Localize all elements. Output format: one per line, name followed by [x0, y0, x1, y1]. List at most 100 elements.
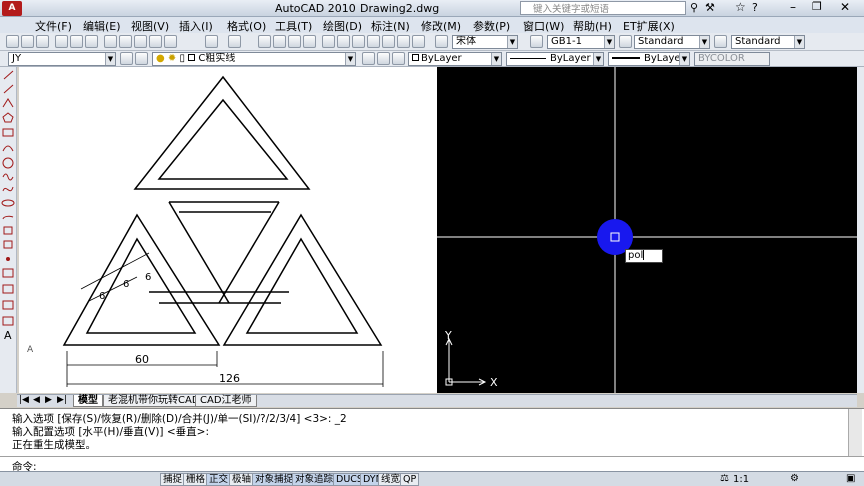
wrench-icon[interactable]: ⚒ [705, 1, 715, 14]
menu-parametric[interactable]: 参数(P) [473, 18, 510, 34]
cut-icon[interactable] [104, 35, 117, 48]
menu-express[interactable]: ET扩展(X) [623, 18, 675, 34]
hatch-icon [2, 268, 14, 278]
menu-modify[interactable]: 修改(M) [421, 18, 461, 34]
tab-first-icon[interactable]: |◀ [19, 395, 29, 405]
plotstyle-combo[interactable]: BYCOLOR [694, 52, 770, 66]
tab-model[interactable]: 模型 [73, 395, 103, 407]
sheet-set-icon[interactable] [367, 35, 380, 48]
layer-combo[interactable]: ● ✹ ▯ C粗实线 ▼ [152, 52, 356, 66]
line-icon [3, 70, 14, 80]
quickcalc-icon[interactable] [397, 35, 410, 48]
dim-text-60: 60 [135, 353, 149, 366]
zoom-previous-icon[interactable] [303, 35, 316, 48]
menu-window[interactable]: 窗口(W) [523, 18, 564, 34]
markup-icon[interactable] [382, 35, 395, 48]
binoculars-icon[interactable]: ⚲ [690, 1, 698, 14]
command-history-line: 正在重生成模型。 [12, 439, 96, 451]
tab-layout-2[interactable]: CAD江老师 [195, 395, 257, 407]
table-style-icon[interactable] [619, 35, 632, 48]
make-current-icon[interactable] [362, 52, 375, 65]
menu-help[interactable]: 帮助(H) [573, 18, 612, 34]
annotation-scale-icon[interactable]: ⚖ [720, 473, 729, 484]
open-icon[interactable] [21, 35, 34, 48]
otrack-toggle[interactable]: 对象追踪 [292, 473, 337, 486]
color-combo[interactable]: ByLayer ▼ [408, 52, 502, 66]
construction-line-icon [3, 84, 14, 94]
star-icon[interactable]: ☆ [735, 0, 746, 14]
design-center-icon[interactable] [337, 35, 350, 48]
menu-tools[interactable]: 工具(T) [275, 18, 312, 34]
layer-match-icon[interactable] [377, 52, 390, 65]
tab-last-icon[interactable]: ▶| [57, 395, 67, 405]
triangle-drawing: 60 126 6 6 6 A [27, 75, 384, 387]
textstyle-combo[interactable]: Standard ▼ [634, 35, 710, 49]
text-cursor [643, 250, 645, 260]
axis-x-label: X [490, 376, 498, 389]
redo-icon[interactable] [228, 35, 241, 48]
save-icon[interactable] [36, 35, 49, 48]
multileader-style-icon[interactable] [714, 35, 727, 48]
qp-toggle[interactable]: QP [400, 473, 420, 486]
command-scrollbar[interactable] [848, 409, 862, 456]
paste-icon[interactable] [134, 35, 147, 48]
pan-icon[interactable] [258, 35, 271, 48]
menu-file[interactable]: 文件(F) [35, 18, 72, 34]
grid-toggle[interactable]: 栅格 [183, 473, 209, 486]
font-combo-value: 宋体 [456, 36, 476, 47]
snap-toggle[interactable]: 捕捉 [160, 473, 186, 486]
lineweight-combo[interactable]: ByLayer ▼ [608, 52, 690, 66]
undo-icon[interactable] [205, 35, 218, 48]
command-divider [0, 456, 864, 457]
match-properties-icon[interactable] [149, 35, 162, 48]
dim-style-icon[interactable] [530, 35, 543, 48]
tool-palettes-icon[interactable] [352, 35, 365, 48]
menu-view[interactable]: 视图(V) [131, 18, 169, 34]
preview-icon[interactable] [70, 35, 83, 48]
clean-screen-icon[interactable]: ▣ [846, 473, 855, 484]
publish-icon[interactable] [85, 35, 98, 48]
restore-icon[interactable]: ❐ [812, 0, 822, 13]
dynamic-input-box[interactable]: pol [625, 249, 663, 263]
tablestyle-combo[interactable]: Standard ▼ [731, 35, 805, 49]
menu-draw[interactable]: 绘图(D) [323, 18, 362, 34]
drawing-viewport[interactable]: 60 126 6 6 6 A [19, 67, 437, 393]
menu-insert[interactable]: 插入(I) [179, 18, 213, 34]
menu-format[interactable]: 格式(O) [227, 18, 266, 34]
block-editor-icon[interactable] [164, 35, 177, 48]
annotation-scale[interactable]: 1:1 [733, 474, 749, 485]
polar-toggle[interactable]: 极轴 [229, 473, 255, 486]
app-logo-icon[interactable]: A [2, 1, 22, 16]
help-toolbar-icon[interactable] [412, 35, 425, 48]
zoom-window-icon[interactable] [288, 35, 301, 48]
close-icon[interactable]: ✕ [840, 0, 850, 14]
layer-state-combo[interactable]: JY ▼ [8, 52, 116, 66]
new-icon[interactable] [6, 35, 19, 48]
minimize-icon[interactable]: – [790, 0, 796, 14]
rectangle-icon [2, 128, 14, 137]
copy-icon[interactable] [119, 35, 132, 48]
tab-layout-1[interactable]: 老混机带你玩转CAD [103, 395, 205, 407]
dimstyle-combo[interactable]: GB1-1 ▼ [547, 35, 615, 49]
tab-prev-icon[interactable]: ◀ [33, 395, 40, 405]
search-input[interactable]: 键入关键字或短语 [520, 1, 686, 15]
print-icon[interactable] [55, 35, 68, 48]
menu-dimension[interactable]: 标注(N) [371, 18, 410, 34]
linetype-combo[interactable]: ByLayer ▼ [506, 52, 604, 66]
ortho-toggle[interactable]: 正交 [206, 473, 232, 486]
text-style-icon[interactable] [435, 35, 448, 48]
zoom-realtime-icon[interactable] [273, 35, 286, 48]
font-combo[interactable]: 宋体 ▼ [452, 35, 518, 49]
properties-icon[interactable] [322, 35, 335, 48]
help-icon[interactable]: ? [752, 1, 758, 14]
draw-toolbar-icons[interactable]: A [0, 67, 17, 393]
tab-next-icon[interactable]: ▶ [45, 395, 52, 405]
workspace-icon[interactable]: ⚙ [790, 473, 799, 484]
layer-manager-icon[interactable] [120, 52, 133, 65]
osnap-toggle[interactable]: 对象捕捉 [252, 473, 297, 486]
menu-edit[interactable]: 编辑(E) [83, 18, 121, 34]
active-viewport[interactable]: Y X pol [437, 67, 857, 393]
layer-isolate-icon[interactable] [392, 52, 405, 65]
layer-previous-icon[interactable] [135, 52, 148, 65]
modify-toolbar[interactable] [857, 67, 864, 393]
